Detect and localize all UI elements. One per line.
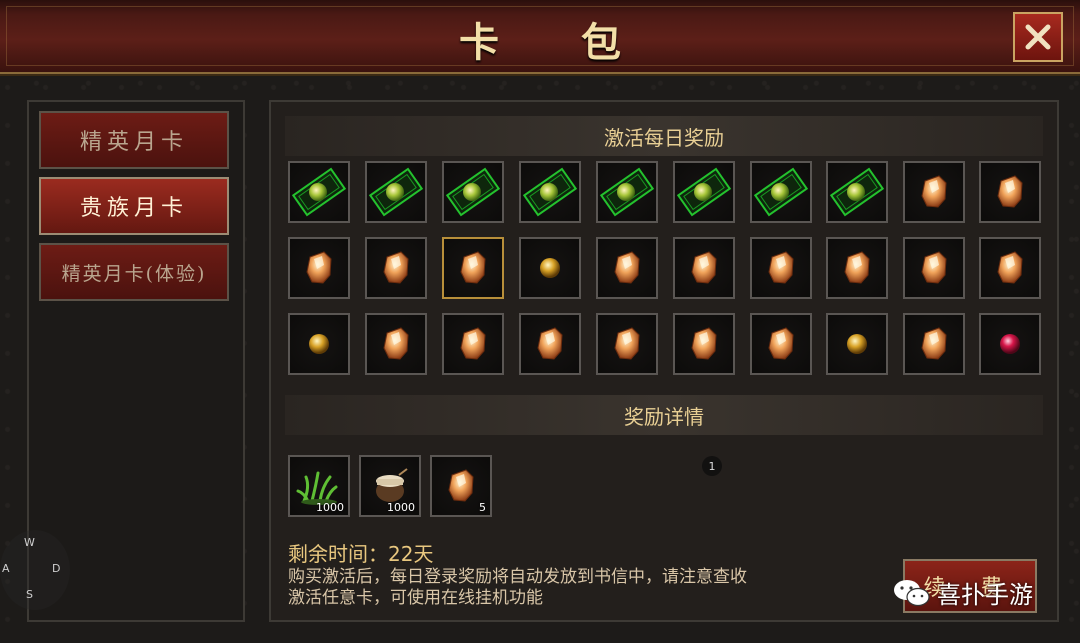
title-bar: 卡 包 bbox=[0, 0, 1080, 74]
reward-slot[interactable] bbox=[288, 237, 350, 299]
item-quantity: 1000 bbox=[316, 501, 344, 514]
reward-slot[interactable] bbox=[826, 237, 888, 299]
green-ticket-icon bbox=[522, 167, 578, 217]
reward-slot[interactable] bbox=[519, 237, 581, 299]
watermark: 喜扑手游 bbox=[893, 575, 1033, 610]
item-quantity: 5 bbox=[479, 501, 486, 514]
amber-crystal-icon bbox=[768, 327, 794, 360]
amber-crystal-icon bbox=[614, 251, 640, 284]
amber-crystal-icon bbox=[921, 175, 947, 208]
amber-crystal-icon bbox=[383, 251, 409, 284]
description-line-2: 激活任意卡，可使用在线挂机功能 bbox=[288, 588, 543, 608]
amber-crystal-icon bbox=[691, 251, 717, 284]
reward-slot[interactable] bbox=[365, 313, 427, 375]
amber-crystal-icon bbox=[921, 251, 947, 284]
joystick-d: D bbox=[52, 562, 61, 575]
tab-noble-monthly[interactable]: 贵族月卡 bbox=[39, 177, 229, 235]
reward-slot[interactable] bbox=[673, 313, 735, 375]
reward-slot[interactable] bbox=[442, 237, 504, 299]
joystick-s: S bbox=[26, 588, 33, 601]
tab-elite-monthly[interactable]: 精英月卡 bbox=[39, 111, 229, 169]
reward-slot[interactable] bbox=[750, 237, 812, 299]
reward-slot[interactable] bbox=[903, 313, 965, 375]
green-ticket-icon bbox=[291, 167, 347, 217]
description: 购买激活后，每日登录奖励将自动发放到书信中，请注意查收 激活任意卡，可使用在线挂… bbox=[288, 567, 848, 609]
reward-slot[interactable] bbox=[979, 313, 1041, 375]
reward-slot[interactable] bbox=[365, 161, 427, 223]
reward-detail-slot[interactable]: 1000 bbox=[359, 455, 421, 517]
amber-crystal-icon bbox=[844, 251, 870, 284]
close-button[interactable] bbox=[1013, 12, 1063, 62]
amber-crystal-icon bbox=[768, 251, 794, 284]
remaining-time: 剩余时间：22天 bbox=[288, 542, 434, 566]
joystick-a: A bbox=[2, 562, 10, 575]
virtual-joystick[interactable]: W A D S bbox=[0, 530, 70, 610]
reward-slot[interactable] bbox=[288, 161, 350, 223]
green-ticket-icon bbox=[599, 167, 655, 217]
reward-slot[interactable] bbox=[903, 161, 965, 223]
tab-elite-monthly-trial[interactable]: 精英月卡(体验) bbox=[39, 243, 229, 301]
reward-slot[interactable] bbox=[442, 313, 504, 375]
green-ticket-icon bbox=[676, 167, 732, 217]
reward-slot[interactable] bbox=[519, 161, 581, 223]
amber-crystal-icon bbox=[383, 327, 409, 360]
amber-crystal-icon bbox=[997, 251, 1023, 284]
item-quantity: 1000 bbox=[387, 501, 415, 514]
joystick-w: W bbox=[24, 536, 35, 549]
amber-crystal-icon bbox=[460, 251, 486, 284]
reward-detail-slot[interactable]: 1000 bbox=[288, 455, 350, 517]
reward-slot[interactable] bbox=[750, 313, 812, 375]
amber-crystal-icon bbox=[997, 175, 1023, 208]
gold-orb-icon bbox=[309, 334, 329, 354]
reward-slot[interactable] bbox=[750, 161, 812, 223]
daily-rewards-header: 激活每日奖励 bbox=[285, 116, 1043, 156]
green-ticket-icon bbox=[368, 167, 424, 217]
reward-slot[interactable] bbox=[596, 237, 658, 299]
reward-slot[interactable] bbox=[365, 237, 427, 299]
wechat-icon bbox=[894, 579, 930, 606]
reward-slot[interactable] bbox=[442, 161, 504, 223]
green-ticket-icon bbox=[445, 167, 501, 217]
amber-crystal-icon bbox=[691, 327, 717, 360]
reward-slot[interactable] bbox=[596, 161, 658, 223]
amber-crystal-icon bbox=[460, 327, 486, 360]
description-line-1: 购买激活后，每日登录奖励将自动发放到书信中，请注意查收 bbox=[288, 567, 747, 587]
reward-slot[interactable] bbox=[519, 313, 581, 375]
reward-detail-slot[interactable]: 5 bbox=[430, 455, 492, 517]
red-orb-icon bbox=[1000, 334, 1020, 354]
reward-details-header: 奖励详情 bbox=[285, 395, 1043, 435]
count-badge: 1 bbox=[702, 456, 722, 476]
amber-crystal-icon bbox=[537, 327, 563, 360]
gold-orb-icon bbox=[847, 334, 867, 354]
reward-slot[interactable] bbox=[826, 313, 888, 375]
reward-slot[interactable] bbox=[288, 313, 350, 375]
green-ticket-icon bbox=[829, 167, 885, 217]
green-ticket-icon bbox=[753, 167, 809, 217]
watermark-text: 喜扑手游 bbox=[937, 581, 1033, 609]
page-title: 卡 包 bbox=[459, 19, 655, 66]
reward-slot[interactable] bbox=[826, 161, 888, 223]
amber-crystal-icon bbox=[614, 327, 640, 360]
reward-slot[interactable] bbox=[673, 161, 735, 223]
reward-slot[interactable] bbox=[903, 237, 965, 299]
reward-slot[interactable] bbox=[596, 313, 658, 375]
reward-slot[interactable] bbox=[979, 161, 1041, 223]
close-icon bbox=[1025, 24, 1051, 50]
reward-slot[interactable] bbox=[979, 237, 1041, 299]
amber-crystal-icon bbox=[306, 251, 332, 284]
gold-orb-icon bbox=[540, 258, 560, 278]
reward-slot[interactable] bbox=[673, 237, 735, 299]
amber-crystal-icon bbox=[921, 327, 947, 360]
